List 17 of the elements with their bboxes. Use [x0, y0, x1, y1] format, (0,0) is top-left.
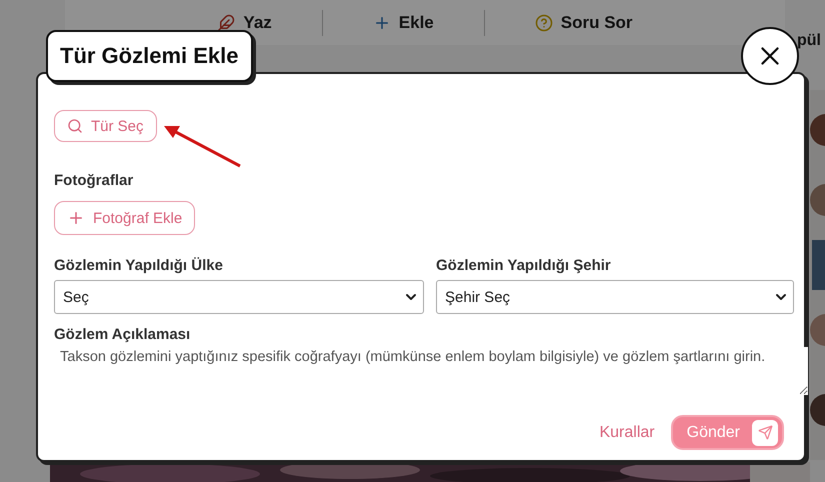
- species-select-button[interactable]: Tür Seç: [54, 110, 157, 142]
- field-label: Gözlemin Yapıldığı Ülke: [54, 257, 224, 274]
- feather-icon: [217, 14, 236, 32]
- field-label: Gözlemin Yapıldığı Şehir: [436, 257, 612, 274]
- search-icon: [67, 118, 83, 134]
- select-field[interactable]: Şehir Seç: [436, 280, 794, 314]
- question-icon: [534, 14, 553, 32]
- field-label: Fotoğraflar: [54, 172, 134, 189]
- field-label: Gözlem Açıklaması: [54, 326, 192, 343]
- plus-icon: [67, 209, 85, 227]
- add-photo-button[interactable]: Fotoğraf Ekle: [54, 201, 196, 235]
- select-field[interactable]: Seç: [54, 280, 424, 314]
- section-heading: pül: [797, 32, 821, 50]
- toolbar-link[interactable]: Ekle: [322, 10, 484, 36]
- toolbar-link[interactable]: Soru Sor: [484, 10, 683, 36]
- rules-link[interactable]: Kurallar: [599, 424, 655, 442]
- send-icon: [752, 420, 778, 446]
